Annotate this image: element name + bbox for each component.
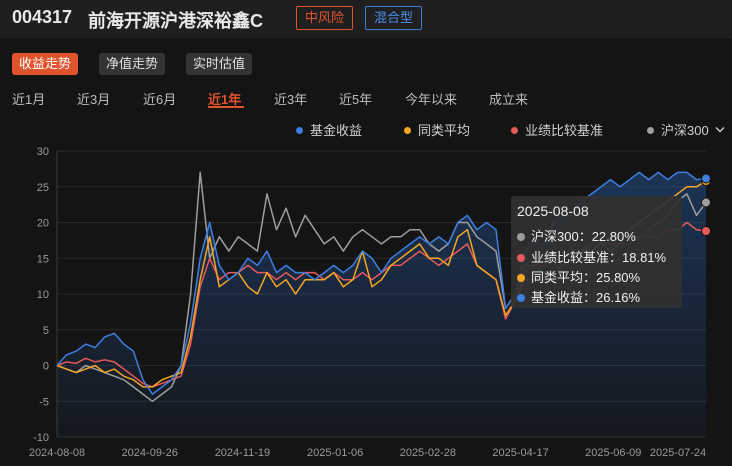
legend-index-selector[interactable]: 沪深300 [647,120,725,139]
period-tab-3y[interactable]: 近3年 [274,89,307,108]
chevron-down-icon [715,127,725,133]
tooltip-fund-text: 基金收益：26.16% [531,290,641,305]
legend-benchmark[interactable]: 业绩比较基准 [511,120,603,139]
legend-peer-dot [404,127,411,134]
y-tick-label: 25 [37,182,49,194]
risk-tag: 中风险 [296,6,354,30]
tooltip-row-fund: 基金收益：26.16% [517,287,640,306]
legend-benchmark-dot [511,127,518,134]
series-endpoint-benchmark [701,226,711,237]
x-tick-label: 2025-07-24 [650,447,706,459]
y-tick-label: -5 [39,396,49,408]
y-tick-label: 0 [43,361,49,373]
legend-fund-label: 基金收益 [310,123,363,138]
period-tab-since-inception[interactable]: 成立来 [489,89,528,108]
y-tick-label: 5 [43,325,49,337]
tooltip-peer-text: 同类平均：25.80% [531,270,641,285]
y-axis-ticks: 30 25 20 15 10 5 0 -5 -10 [33,146,49,444]
x-tick-label: 2025-02-28 [400,447,456,459]
x-tick-label: 2025-04-17 [492,447,548,459]
nav-trend-button[interactable]: 净值走势 [99,53,166,75]
x-tick-label: 2024-11-19 [215,447,270,459]
tooltip-fund-dot [517,294,525,302]
period-tab-ytd[interactable]: 今年以来 [405,89,457,108]
y-tick-label: 30 [37,146,49,158]
chart-tooltip: 2025-08-08 沪深300：22.80% 业绩比较基准：18.81% 同类… [511,196,682,308]
period-tab-1m[interactable]: 近1月 [12,89,45,108]
legend-benchmark-label: 业绩比较基准 [525,123,604,138]
y-tick-label: 15 [37,253,49,265]
legend-fund[interactable]: 基金收益 [296,120,362,139]
y-tick-label: 10 [37,289,49,301]
x-tick-label: 2024-08-08 [29,447,85,459]
tooltip-date: 2025-08-08 [517,203,589,219]
fund-type-tag: 混合型 [365,6,423,30]
x-axis-ticks: 2024-08-08 2024-09-26 2024-11-19 2025-01-06… [29,447,706,459]
x-tick-label: 2024-09-26 [122,447,178,459]
legend-fund-dot [296,127,303,134]
period-tab-5y[interactable]: 近5年 [339,89,372,108]
tooltip-benchmark-dot [517,254,525,262]
tooltip-row-index: 沪深300：22.80% [517,226,636,245]
y-tick-label: 20 [37,218,49,230]
tooltip-row-benchmark: 业绩比较基准：18.81% [517,247,666,266]
period-tab-3m[interactable]: 近3月 [77,89,110,108]
series-endpoint-fund [701,173,711,184]
tooltip-benchmark-text: 业绩比较基准：18.81% [531,250,667,265]
y-tick-label: -10 [33,432,49,444]
x-tick-label: 2025-06-09 [585,447,641,459]
tooltip-index-text: 沪深300：22.80% [531,229,636,244]
legend-peer[interactable]: 同类平均 [404,120,470,139]
realtime-estimate-button[interactable]: 实时估值 [186,53,253,75]
x-tick-label: 2025-01-06 [307,447,363,459]
series-endpoint-index [701,197,711,208]
tooltip-index-dot [517,233,525,241]
fund-name: 前海开源沪港深裕鑫C [88,11,263,31]
return-trend-button[interactable]: 收益走势 [12,53,79,75]
active-period-underline [208,106,244,108]
fund-header: 004317 前海开源沪港深裕鑫C 中风险 混合型 [0,0,732,38]
period-tab-6m[interactable]: 近6月 [143,89,176,108]
legend-index-label: 沪深300 [661,123,709,138]
legend-index-dot [647,127,654,134]
fund-code: 004317 [12,7,73,27]
legend-peer-label: 同类平均 [418,123,471,138]
tooltip-peer-dot [517,274,525,282]
tooltip-row-peer: 同类平均：25.80% [517,267,640,286]
